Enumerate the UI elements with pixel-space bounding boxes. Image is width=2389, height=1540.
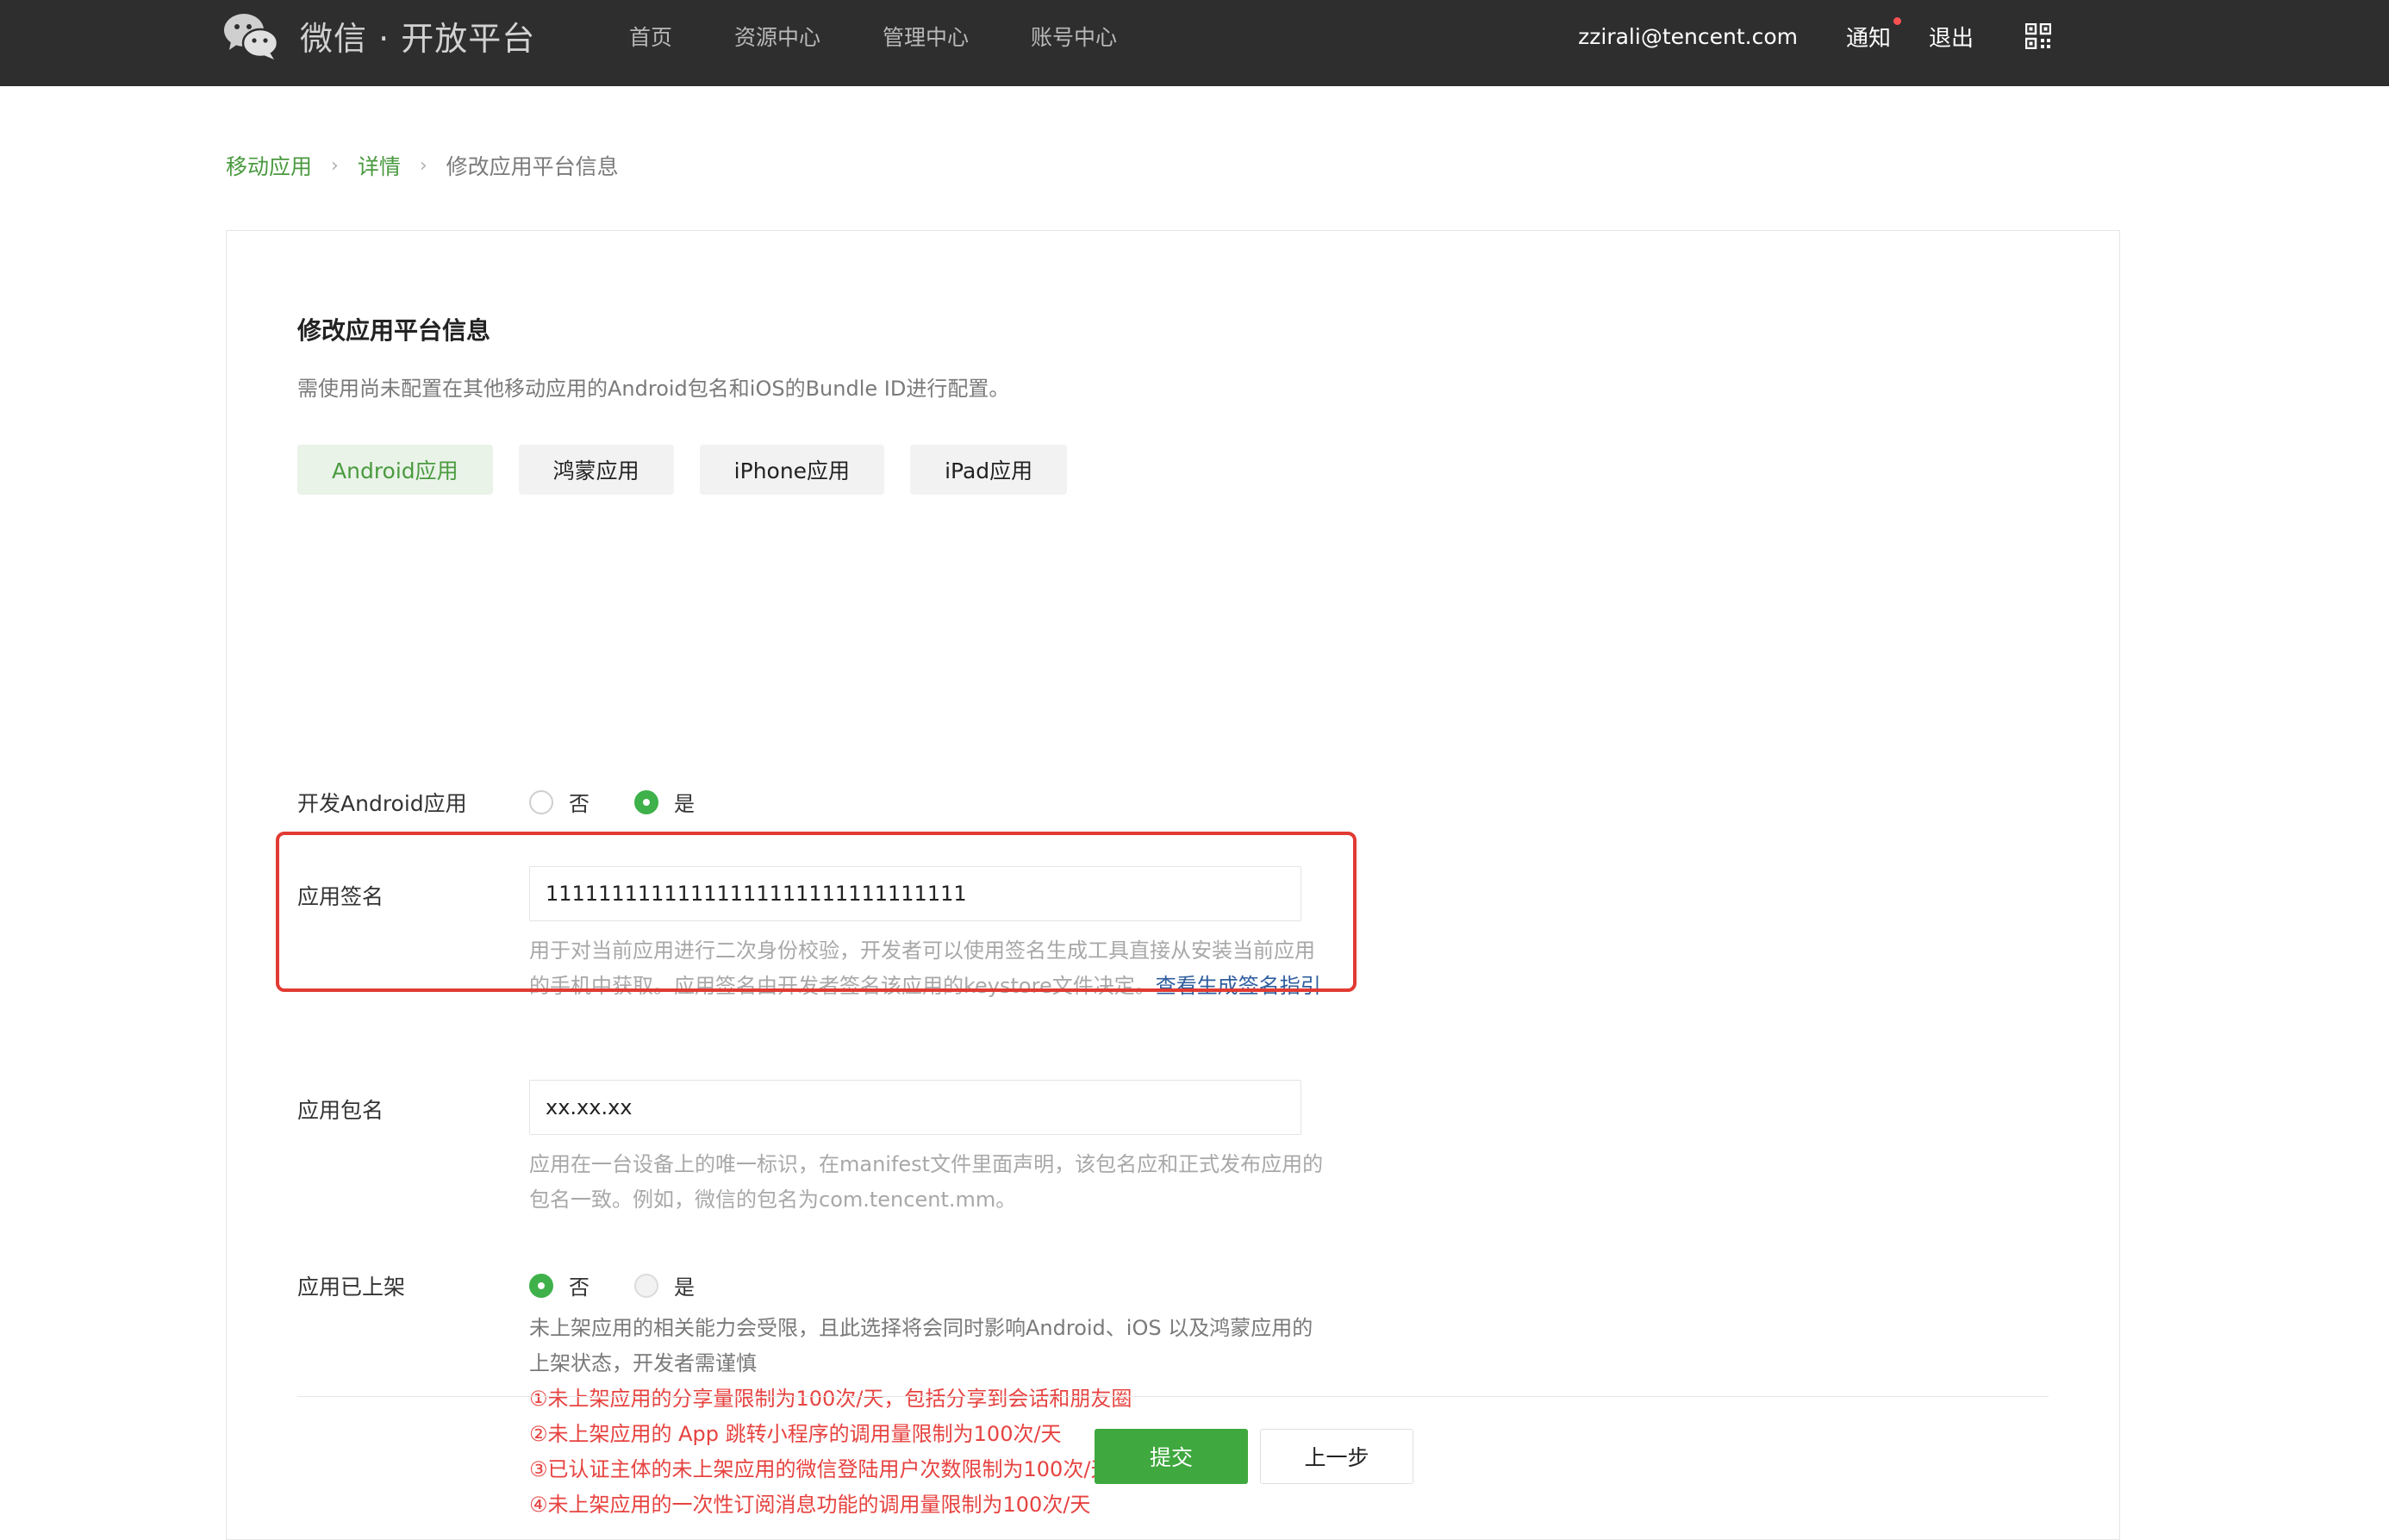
user-area: zzirali@tencent.com 通知 退出 bbox=[1578, 0, 2051, 72]
radio-checked-icon bbox=[529, 1273, 553, 1298]
user-email[interactable]: zzirali@tencent.com bbox=[1578, 24, 1798, 49]
form-actions: 提交 上一步 bbox=[1095, 1429, 1413, 1484]
main-nav: 首页 资源中心 管理中心 账号中心 bbox=[629, 0, 1179, 72]
breadcrumb-details[interactable]: 详情 bbox=[358, 150, 401, 181]
form-card: 修改应用平台信息 需使用尚未配置在其他移动应用的Android包名和iOS的Bu… bbox=[226, 230, 2120, 1540]
listed-note: 未上架应用的相关能力会受限，且此选择将会同时影响Android、iOS 以及鸿蒙… bbox=[529, 1316, 1313, 1375]
logout-link[interactable]: 退出 bbox=[1929, 21, 1974, 53]
notification-dot-icon bbox=[1893, 16, 1901, 25]
listed-no-radio[interactable]: 否 bbox=[529, 1270, 589, 1300]
package-control: 应用在一台设备上的唯一标识，在manifest文件里面声明，该包名应和正式发布应… bbox=[529, 1080, 1331, 1218]
tab-harmony[interactable]: 鸿蒙应用 bbox=[518, 445, 674, 495]
develop-android-no-radio[interactable]: 否 bbox=[529, 787, 589, 817]
top-bar: 微信 · 开放平台 首页 资源中心 管理中心 账号中心 zzirali@tenc… bbox=[0, 0, 2389, 86]
radio-label: 否 bbox=[569, 1275, 589, 1300]
package-help: 应用在一台设备上的唯一标识，在manifest文件里面声明，该包名应和正式发布应… bbox=[529, 1152, 1324, 1212]
signature-help: 用于对当前应用进行二次身份校验，开发者可以使用签名生成工具直接从安装当前应用的手… bbox=[529, 933, 1331, 1004]
wechat-logo-icon bbox=[224, 14, 279, 59]
notify-link[interactable]: 通知 bbox=[1845, 16, 1901, 53]
signature-input[interactable] bbox=[529, 866, 1301, 921]
nav-management[interactable]: 管理中心 bbox=[883, 21, 969, 52]
listed-yes-radio[interactable]: 是 bbox=[634, 1270, 695, 1300]
submit-button[interactable]: 提交 bbox=[1095, 1429, 1248, 1484]
develop-android-label: 开发Android应用 bbox=[297, 791, 467, 816]
develop-android-yes-radio[interactable]: 是 bbox=[634, 787, 695, 817]
platform-title: 微信 · 开放平台 bbox=[300, 19, 536, 58]
platform-tabs: Android应用 鸿蒙应用 iPhone应用 iPad应用 bbox=[297, 445, 1093, 495]
signature-label: 应用签名 bbox=[297, 884, 384, 909]
listed-row: 应用已上架 否 是 未上架应用的相关能力会受限，且此选择将会同时影响Androi… bbox=[297, 1270, 1504, 1529]
warning-item: ①未上架应用的分享量限制为100次/天，包括分享到会话和朋友圈 bbox=[529, 1387, 1132, 1411]
form-card-body: 修改应用平台信息 需使用尚未配置在其他移动应用的Android包名和iOS的Bu… bbox=[297, 231, 2049, 1539]
tab-ipad[interactable]: iPad应用 bbox=[910, 445, 1068, 495]
chevron-right-icon: › bbox=[419, 154, 427, 177]
tab-iphone[interactable]: iPhone应用 bbox=[699, 445, 885, 495]
nav-home[interactable]: 首页 bbox=[629, 21, 672, 52]
breadcrumb-current: 修改应用平台信息 bbox=[446, 154, 619, 179]
signature-control: 用于对当前应用进行二次身份校验，开发者可以使用签名生成工具直接从安装当前应用的手… bbox=[529, 866, 1331, 1004]
signature-row: 应用签名 用于对当前应用进行二次身份校验，开发者可以使用签名生成工具直接从安装当… bbox=[297, 866, 1504, 1038]
nav-resources[interactable]: 资源中心 bbox=[734, 21, 820, 52]
package-input[interactable] bbox=[529, 1080, 1301, 1135]
radio-label: 是 bbox=[674, 792, 695, 816]
page-title: 修改应用平台信息 bbox=[297, 316, 491, 345]
radio-label: 是 bbox=[674, 1275, 695, 1300]
chevron-right-icon: › bbox=[331, 154, 339, 177]
develop-android-row: 开发Android应用 否 是 bbox=[297, 787, 1504, 821]
radio-checked-icon bbox=[634, 789, 658, 814]
tab-android[interactable]: Android应用 bbox=[297, 445, 493, 495]
radio-disabled-icon bbox=[634, 1273, 658, 1298]
breadcrumb: 移动应用 › 详情 › 修改应用平台信息 bbox=[226, 150, 619, 181]
nav-account[interactable]: 账号中心 bbox=[1031, 21, 1117, 52]
listed-radio-group: 否 是 bbox=[529, 1270, 1331, 1300]
notify-label: 通知 bbox=[1845, 25, 1891, 52]
warning-item: ④未上架应用的一次性订阅消息功能的调用量限制为100次/天 bbox=[529, 1493, 1091, 1517]
page-description: 需使用尚未配置在其他移动应用的Android包名和iOS的Bundle ID进行… bbox=[297, 377, 1010, 401]
qr-code-icon[interactable] bbox=[2025, 23, 2051, 49]
footer-divider bbox=[297, 1396, 2049, 1397]
wechat-logo[interactable]: 微信 · 开放平台 bbox=[222, 10, 535, 60]
radio-label: 否 bbox=[569, 792, 589, 816]
radio-unchecked-icon bbox=[529, 789, 553, 814]
previous-step-button[interactable]: 上一步 bbox=[1260, 1429, 1413, 1484]
breadcrumb-mobile-apps[interactable]: 移动应用 bbox=[226, 150, 312, 181]
package-row: 应用包名 应用在一台设备上的唯一标识，在manifest文件里面声明，该包名应和… bbox=[297, 1080, 1504, 1212]
signature-guide-link[interactable]: 查看生成签名指引 bbox=[1156, 974, 1321, 998]
develop-android-radio-group: 否 是 bbox=[529, 787, 739, 817]
listed-label: 应用已上架 bbox=[297, 1275, 406, 1300]
package-label: 应用包名 bbox=[297, 1098, 384, 1123]
